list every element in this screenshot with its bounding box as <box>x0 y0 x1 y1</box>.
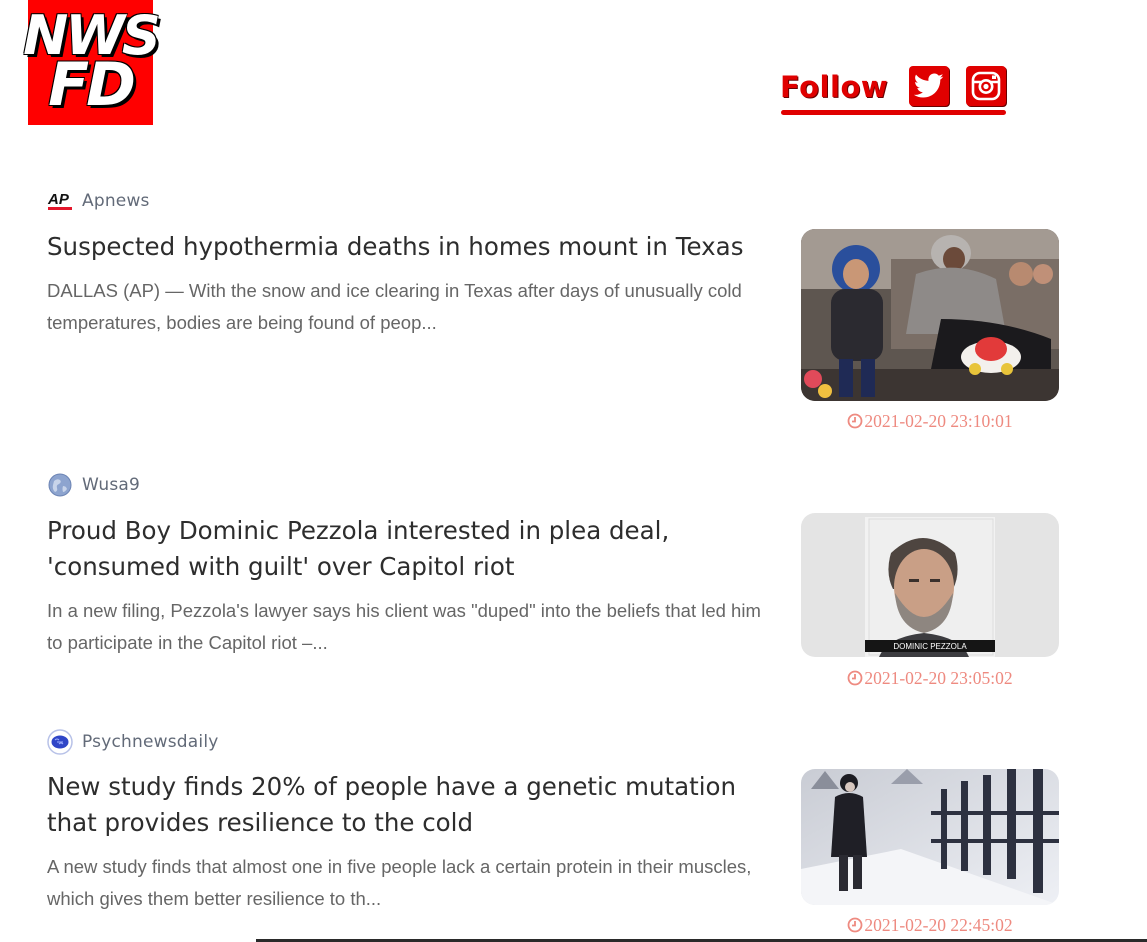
timestamp-text: 2021-02-20 23:10:01 <box>864 411 1013 431</box>
image-caption: DOMINIC PEZZOLA <box>893 642 967 651</box>
article-summary: DALLAS (AP) — With the snow and ice clea… <box>47 280 742 333</box>
article-thumbnail[interactable] <box>801 769 1059 905</box>
timestamp-text: 2021-02-20 22:45:02 <box>864 915 1013 935</box>
follow-underline <box>781 110 1006 115</box>
site-logo[interactable]: NWS FD <box>23 0 161 125</box>
news-card[interactable]: Psychnewsdaily New study finds 20% of pe… <box>47 729 1059 941</box>
follow-label: Follow <box>780 70 889 104</box>
ap-logo-text: AP <box>47 191 70 208</box>
source-line: Wusa9 <box>47 472 1059 498</box>
clock-icon <box>847 917 863 933</box>
article-summary: In a new filing, Pezzola's lawyer says h… <box>47 600 761 653</box>
instagram-icon[interactable] <box>966 66 1006 106</box>
timestamp: 2021-02-20 23:05:02 <box>801 668 1059 689</box>
source-line: AP Apnews <box>47 188 1059 214</box>
news-card[interactable]: Wusa9 Proud Boy Dominic Pezzola interest… <box>47 472 1059 692</box>
clock-icon <box>847 670 863 686</box>
article-thumbnail[interactable]: DOMINIC PEZZOLA <box>801 513 1059 657</box>
clock-icon <box>847 413 863 429</box>
news-card[interactable]: AP Apnews Suspected hypothermia deaths i… <box>47 188 1059 438</box>
brain-icon <box>47 729 73 755</box>
timestamp: 2021-02-20 23:10:01 <box>801 411 1059 432</box>
ap-logo-icon: AP <box>47 188 73 214</box>
article-summary: A new study finds that almost one in fiv… <box>47 856 752 909</box>
follow-bar: Follow <box>780 64 1006 118</box>
article-title[interactable]: New study finds 20% of people have a gen… <box>47 769 782 841</box>
globe-icon <box>47 472 73 498</box>
source-name[interactable]: Psychnewsdaily <box>82 732 219 752</box>
source-name[interactable]: Apnews <box>82 191 150 211</box>
article-thumbnail[interactable] <box>801 229 1059 401</box>
timestamp: 2021-02-20 22:45:02 <box>801 915 1059 936</box>
article-title[interactable]: Proud Boy Dominic Pezzola interested in … <box>47 513 782 585</box>
article-title[interactable]: Suspected hypothermia deaths in homes mo… <box>47 229 782 265</box>
logo-line-2: FD <box>48 49 136 120</box>
twitter-icon[interactable] <box>909 66 949 106</box>
source-name[interactable]: Wusa9 <box>82 475 140 495</box>
source-line: Psychnewsdaily <box>47 729 1059 755</box>
timestamp-text: 2021-02-20 23:05:02 <box>864 668 1013 688</box>
